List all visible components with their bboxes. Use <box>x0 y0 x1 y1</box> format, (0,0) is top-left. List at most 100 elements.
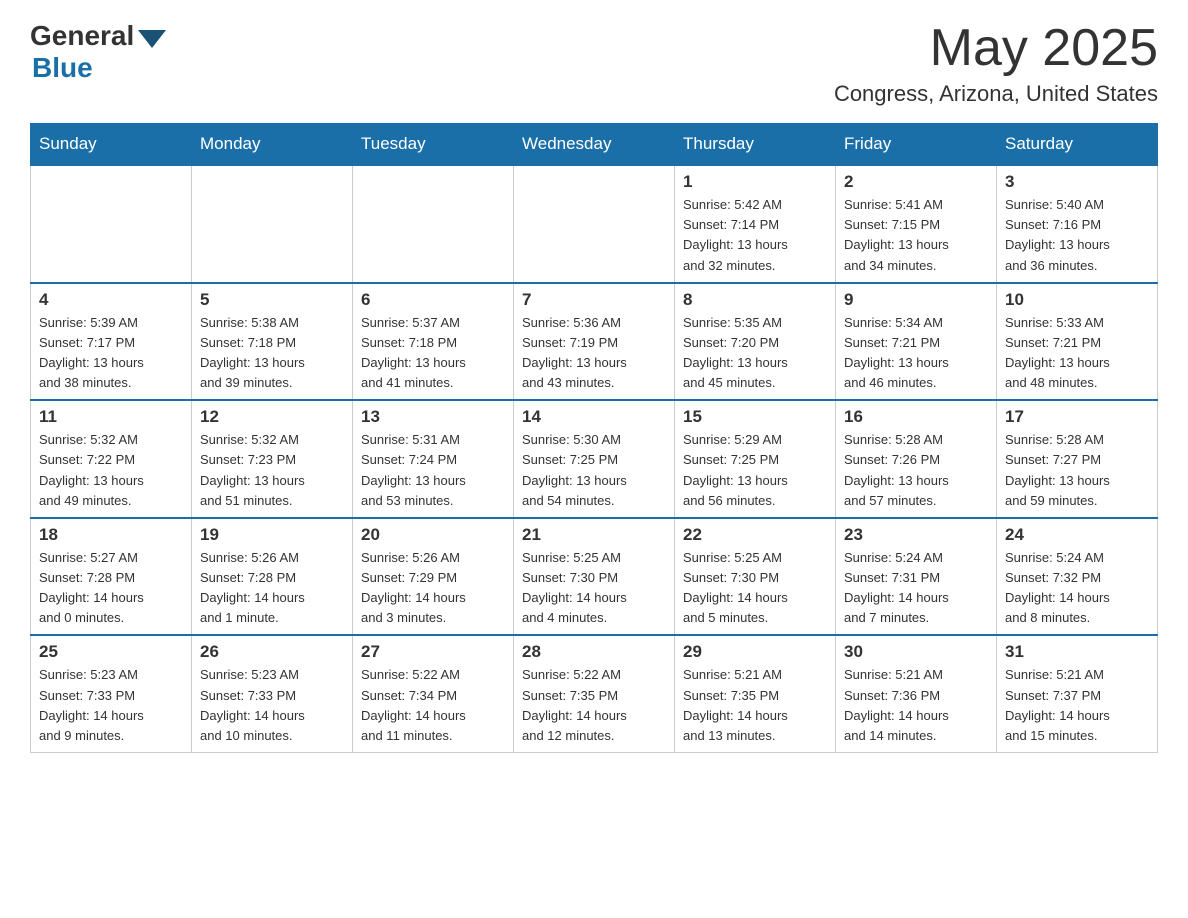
day-info: Sunrise: 5:22 AMSunset: 7:34 PMDaylight:… <box>361 665 505 746</box>
calendar-cell: 28 Sunrise: 5:22 AMSunset: 7:35 PMDayligh… <box>514 635 675 752</box>
calendar-cell: 2 Sunrise: 5:41 AMSunset: 7:15 PMDaylight… <box>836 165 997 283</box>
day-info: Sunrise: 5:36 AMSunset: 7:19 PMDaylight:… <box>522 313 666 394</box>
day-info: Sunrise: 5:21 AMSunset: 7:35 PMDaylight:… <box>683 665 827 746</box>
day-info: Sunrise: 5:31 AMSunset: 7:24 PMDaylight:… <box>361 430 505 511</box>
day-info: Sunrise: 5:26 AMSunset: 7:29 PMDaylight:… <box>361 548 505 629</box>
calendar-cell: 6 Sunrise: 5:37 AMSunset: 7:18 PMDaylight… <box>353 283 514 401</box>
logo-arrow-icon <box>138 30 166 48</box>
calendar-cell: 1 Sunrise: 5:42 AMSunset: 7:14 PMDaylight… <box>675 165 836 283</box>
day-number: 19 <box>200 525 344 545</box>
calendar-cell: 29Sunrise: 5:21 AMSunset: 7:35 PMDayligh… <box>675 635 836 752</box>
day-info: Sunrise: 5:25 AMSunset: 7:30 PMDaylight:… <box>683 548 827 629</box>
day-number: 27 <box>361 642 505 662</box>
calendar-cell: 16Sunrise: 5:28 AMSunset: 7:26 PMDayligh… <box>836 400 997 518</box>
week-row-3: 11 Sunrise: 5:32 AMSunset: 7:22 PMDayligh… <box>31 400 1158 518</box>
day-info: Sunrise: 5:27 AMSunset: 7:28 PMDaylight:… <box>39 548 183 629</box>
day-info: Sunrise: 5:23 AMSunset: 7:33 PMDaylight:… <box>200 665 344 746</box>
day-info: Sunrise: 5:41 AMSunset: 7:15 PMDaylight:… <box>844 195 988 276</box>
day-info: Sunrise: 5:33 AMSunset: 7:21 PMDaylight:… <box>1005 313 1149 394</box>
day-info: Sunrise: 5:42 AMSunset: 7:14 PMDaylight:… <box>683 195 827 276</box>
calendar-cell: 17Sunrise: 5:28 AMSunset: 7:27 PMDayligh… <box>997 400 1158 518</box>
day-info: Sunrise: 5:28 AMSunset: 7:27 PMDaylight:… <box>1005 430 1149 511</box>
day-number: 25 <box>39 642 183 662</box>
calendar-cell: 4Sunrise: 5:39 AMSunset: 7:17 PMDaylight… <box>31 283 192 401</box>
day-info: Sunrise: 5:21 AMSunset: 7:37 PMDaylight:… <box>1005 665 1149 746</box>
location-text: Congress, Arizona, United States <box>834 81 1158 107</box>
day-number: 9 <box>844 290 988 310</box>
weekday-header-monday: Monday <box>192 124 353 166</box>
calendar-cell: 18 Sunrise: 5:27 AMSunset: 7:28 PMDayligh… <box>31 518 192 636</box>
day-info: Sunrise: 5:32 AMSunset: 7:23 PMDaylight:… <box>200 430 344 511</box>
day-info: Sunrise: 5:22 AMSunset: 7:35 PMDaylight:… <box>522 665 666 746</box>
weekday-header-row: SundayMondayTuesdayWednesdayThursdayFrid… <box>31 124 1158 166</box>
logo: General Blue <box>30 20 166 84</box>
calendar-cell: 31 Sunrise: 5:21 AMSunset: 7:37 PMDayligh… <box>997 635 1158 752</box>
calendar-cell: 19 Sunrise: 5:26 AMSunset: 7:28 PMDayligh… <box>192 518 353 636</box>
day-info: Sunrise: 5:30 AMSunset: 7:25 PMDaylight:… <box>522 430 666 511</box>
day-info: Sunrise: 5:26 AMSunset: 7:28 PMDaylight:… <box>200 548 344 629</box>
day-info: Sunrise: 5:35 AMSunset: 7:20 PMDaylight:… <box>683 313 827 394</box>
day-number: 11 <box>39 407 183 427</box>
calendar-cell <box>353 165 514 283</box>
calendar-cell: 12 Sunrise: 5:32 AMSunset: 7:23 PMDayligh… <box>192 400 353 518</box>
day-number: 22 <box>683 525 827 545</box>
day-number: 18 <box>39 525 183 545</box>
week-row-1: 1 Sunrise: 5:42 AMSunset: 7:14 PMDaylight… <box>31 165 1158 283</box>
calendar-cell: 14Sunrise: 5:30 AMSunset: 7:25 PMDayligh… <box>514 400 675 518</box>
day-number: 12 <box>200 407 344 427</box>
day-info: Sunrise: 5:23 AMSunset: 7:33 PMDaylight:… <box>39 665 183 746</box>
day-number: 20 <box>361 525 505 545</box>
calendar-cell: 30Sunrise: 5:21 AMSunset: 7:36 PMDayligh… <box>836 635 997 752</box>
day-number: 10 <box>1005 290 1149 310</box>
weekday-header-tuesday: Tuesday <box>353 124 514 166</box>
day-number: 3 <box>1005 172 1149 192</box>
calendar-cell: 3Sunrise: 5:40 AMSunset: 7:16 PMDaylight… <box>997 165 1158 283</box>
day-number: 31 <box>1005 642 1149 662</box>
calendar-cell: 9 Sunrise: 5:34 AMSunset: 7:21 PMDaylight… <box>836 283 997 401</box>
weekday-header-thursday: Thursday <box>675 124 836 166</box>
day-info: Sunrise: 5:25 AMSunset: 7:30 PMDaylight:… <box>522 548 666 629</box>
day-info: Sunrise: 5:24 AMSunset: 7:31 PMDaylight:… <box>844 548 988 629</box>
day-info: Sunrise: 5:21 AMSunset: 7:36 PMDaylight:… <box>844 665 988 746</box>
logo-blue-text: Blue <box>32 52 93 84</box>
weekday-header-friday: Friday <box>836 124 997 166</box>
page-header: General Blue May 2025 Congress, Arizona,… <box>30 20 1158 107</box>
day-info: Sunrise: 5:34 AMSunset: 7:21 PMDaylight:… <box>844 313 988 394</box>
calendar-cell <box>31 165 192 283</box>
day-number: 2 <box>844 172 988 192</box>
day-number: 28 <box>522 642 666 662</box>
calendar-cell <box>514 165 675 283</box>
week-row-5: 25 Sunrise: 5:23 AMSunset: 7:33 PMDayligh… <box>31 635 1158 752</box>
day-number: 13 <box>361 407 505 427</box>
day-number: 26 <box>200 642 344 662</box>
calendar-cell: 15Sunrise: 5:29 AMSunset: 7:25 PMDayligh… <box>675 400 836 518</box>
day-number: 23 <box>844 525 988 545</box>
calendar-cell: 7Sunrise: 5:36 AMSunset: 7:19 PMDaylight… <box>514 283 675 401</box>
day-number: 5 <box>200 290 344 310</box>
day-info: Sunrise: 5:24 AMSunset: 7:32 PMDaylight:… <box>1005 548 1149 629</box>
calendar-cell: 13 Sunrise: 5:31 AMSunset: 7:24 PMDayligh… <box>353 400 514 518</box>
day-number: 6 <box>361 290 505 310</box>
day-info: Sunrise: 5:39 AMSunset: 7:17 PMDaylight:… <box>39 313 183 394</box>
calendar-cell: 26 Sunrise: 5:23 AMSunset: 7:33 PMDayligh… <box>192 635 353 752</box>
day-number: 1 <box>683 172 827 192</box>
calendar-cell <box>192 165 353 283</box>
calendar-cell: 5Sunrise: 5:38 AMSunset: 7:18 PMDaylight… <box>192 283 353 401</box>
weekday-header-sunday: Sunday <box>31 124 192 166</box>
day-number: 24 <box>1005 525 1149 545</box>
day-number: 8 <box>683 290 827 310</box>
calendar-cell: 10 Sunrise: 5:33 AMSunset: 7:21 PMDayligh… <box>997 283 1158 401</box>
day-number: 21 <box>522 525 666 545</box>
calendar-table: SundayMondayTuesdayWednesdayThursdayFrid… <box>30 123 1158 753</box>
calendar-cell: 27 Sunrise: 5:22 AMSunset: 7:34 PMDayligh… <box>353 635 514 752</box>
day-info: Sunrise: 5:29 AMSunset: 7:25 PMDaylight:… <box>683 430 827 511</box>
weekday-header-wednesday: Wednesday <box>514 124 675 166</box>
day-number: 16 <box>844 407 988 427</box>
day-info: Sunrise: 5:37 AMSunset: 7:18 PMDaylight:… <box>361 313 505 394</box>
week-row-4: 18 Sunrise: 5:27 AMSunset: 7:28 PMDayligh… <box>31 518 1158 636</box>
weekday-header-saturday: Saturday <box>997 124 1158 166</box>
calendar-cell: 22 Sunrise: 5:25 AMSunset: 7:30 PMDayligh… <box>675 518 836 636</box>
month-title: May 2025 <box>834 20 1158 77</box>
title-section: May 2025 Congress, Arizona, United State… <box>834 20 1158 107</box>
day-info: Sunrise: 5:32 AMSunset: 7:22 PMDaylight:… <box>39 430 183 511</box>
